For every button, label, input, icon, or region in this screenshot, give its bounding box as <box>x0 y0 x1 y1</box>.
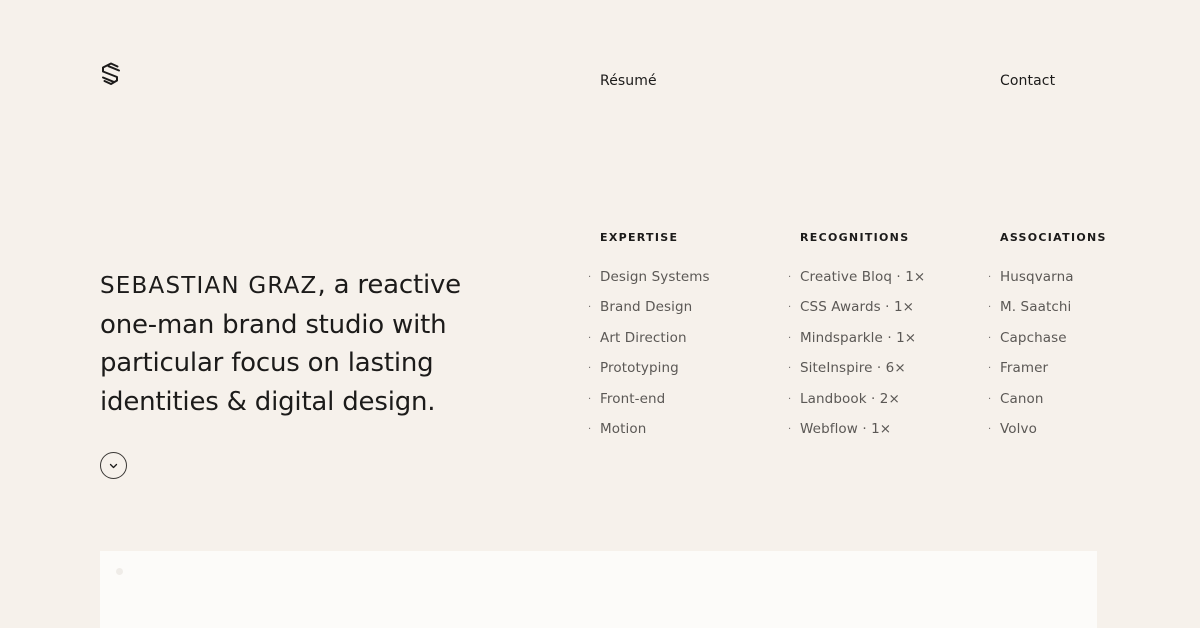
scroll-down-button[interactable] <box>100 452 127 479</box>
list-item: · Art Direction <box>588 327 710 357</box>
bullet-icon: · <box>788 363 792 375</box>
bullet-icon: · <box>988 393 992 405</box>
list-item: · M. Saatchi <box>988 296 1107 326</box>
list-item: · Canon <box>988 388 1107 418</box>
list-item: · SiteInspire · 6× <box>788 357 925 387</box>
list-item: · Mindsparkle · 1× <box>788 327 925 357</box>
bullet-icon: · <box>588 332 592 344</box>
bullet-icon: · <box>588 423 592 435</box>
recognitions-list: · Creative Bloq · 1× · CSS Awards · 1× · Mi… <box>788 266 925 448</box>
list-item: · Webflow · 1× <box>788 418 925 448</box>
list-item: · Design Systems <box>588 266 710 296</box>
bullet-icon: · <box>788 272 792 283</box>
bullet-icon: · <box>588 302 592 314</box>
bullet-icon: · <box>988 423 992 435</box>
nav-contact-link[interactable]: Contact <box>1000 73 1055 89</box>
associations-list: · Husqvarna · M. Saatchi · Capchase · Framer… <box>988 266 1107 448</box>
bullet-icon: · <box>988 363 992 375</box>
list-item: · Brand Design <box>588 296 710 326</box>
list-item: · Creative Bloq · 1× <box>788 266 925 296</box>
bullet-icon: · <box>788 423 792 435</box>
recognitions-column: Recognitions · Creative Bloq · 1× · CSS Aw… <box>788 230 925 448</box>
list-item: · CSS Awards · 1× <box>788 296 925 326</box>
bullet-icon: · <box>988 272 992 283</box>
studio-name: Sebastian Graz <box>100 273 318 299</box>
intro-statement: Sebastian Graz, a reactive one-man brand… <box>100 266 520 421</box>
expertise-column: Expertise · Design Systems · Brand Design … <box>588 230 710 448</box>
bullet-icon: · <box>788 332 792 344</box>
bullet-icon: · <box>988 332 992 344</box>
list-item: · Husqvarna <box>988 266 1107 296</box>
bullet-icon: · <box>788 393 792 405</box>
list-item: · Motion <box>588 418 710 448</box>
column-heading: Expertise <box>600 231 679 244</box>
column-heading: Associations <box>1000 231 1107 244</box>
list-item: · Prototyping <box>588 357 710 387</box>
associations-column: Associations · Husqvarna · M. Saatchi · Cap… <box>988 230 1107 448</box>
window-dot-icon <box>116 568 123 575</box>
bullet-icon: · <box>588 393 592 405</box>
list-item: · Landbook · 2× <box>788 388 925 418</box>
project-preview-panel <box>100 551 1097 628</box>
bullet-icon: · <box>788 302 792 314</box>
bullet-icon: · <box>588 363 592 375</box>
list-item: · Capchase <box>988 327 1107 357</box>
expertise-list: · Design Systems · Brand Design · Art Direc… <box>588 266 710 448</box>
chevron-down-icon <box>109 463 118 468</box>
list-item: · Front-end <box>588 388 710 418</box>
s-monogram-icon[interactable] <box>100 62 122 86</box>
column-heading: Recognitions <box>800 231 910 244</box>
list-item: · Framer <box>988 357 1107 387</box>
list-item: · Volvo <box>988 418 1107 448</box>
bullet-icon: · <box>588 272 592 283</box>
nav-resume-link[interactable]: Résumé <box>600 73 657 89</box>
bullet-icon: · <box>988 302 992 314</box>
